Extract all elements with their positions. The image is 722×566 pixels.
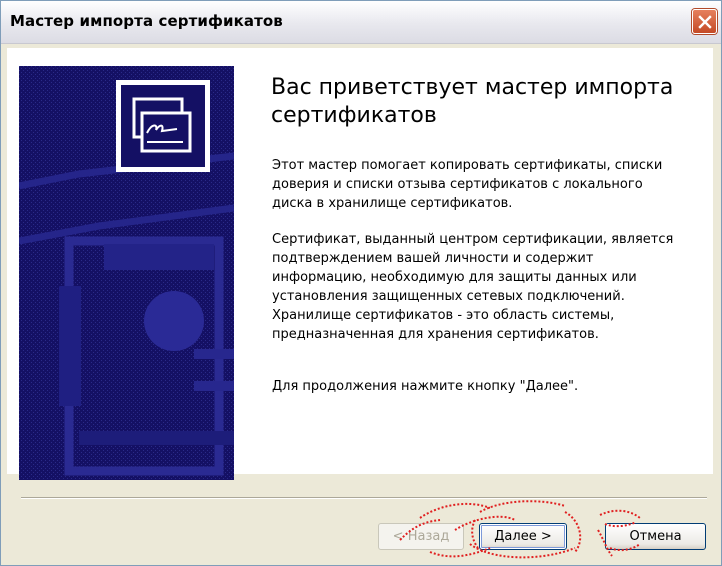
- intro-paragraph: Этот мастер помогает копировать сертифик…: [272, 158, 663, 211]
- window-title: Мастер импорта сертификатов: [10, 12, 283, 30]
- banner-graphic: [19, 66, 234, 480]
- cancel-button-label: Отмена: [629, 529, 682, 544]
- side-banner: [19, 66, 234, 480]
- next-button-label: Далее >: [494, 529, 552, 544]
- certificate-icon: [116, 80, 210, 172]
- title-bar[interactable]: Мастер импорта сертификатов: [1, 1, 721, 44]
- cancel-button[interactable]: Отмена: [605, 523, 706, 550]
- back-button[interactable]: < Назад: [378, 523, 464, 550]
- next-button[interactable]: Далее >: [479, 523, 567, 550]
- back-button-label: < Назад: [392, 529, 450, 544]
- certificate-description: Сертификат, выданный центром сертификаци…: [272, 232, 674, 342]
- close-icon: [697, 14, 712, 29]
- continue-instruction: Для продолжения нажмите кнопку "Далее".: [272, 379, 579, 394]
- wizard-heading: Вас приветствует мастер импорта сертифик…: [271, 75, 674, 128]
- button-separator: [21, 497, 707, 499]
- close-button[interactable]: [692, 9, 717, 34]
